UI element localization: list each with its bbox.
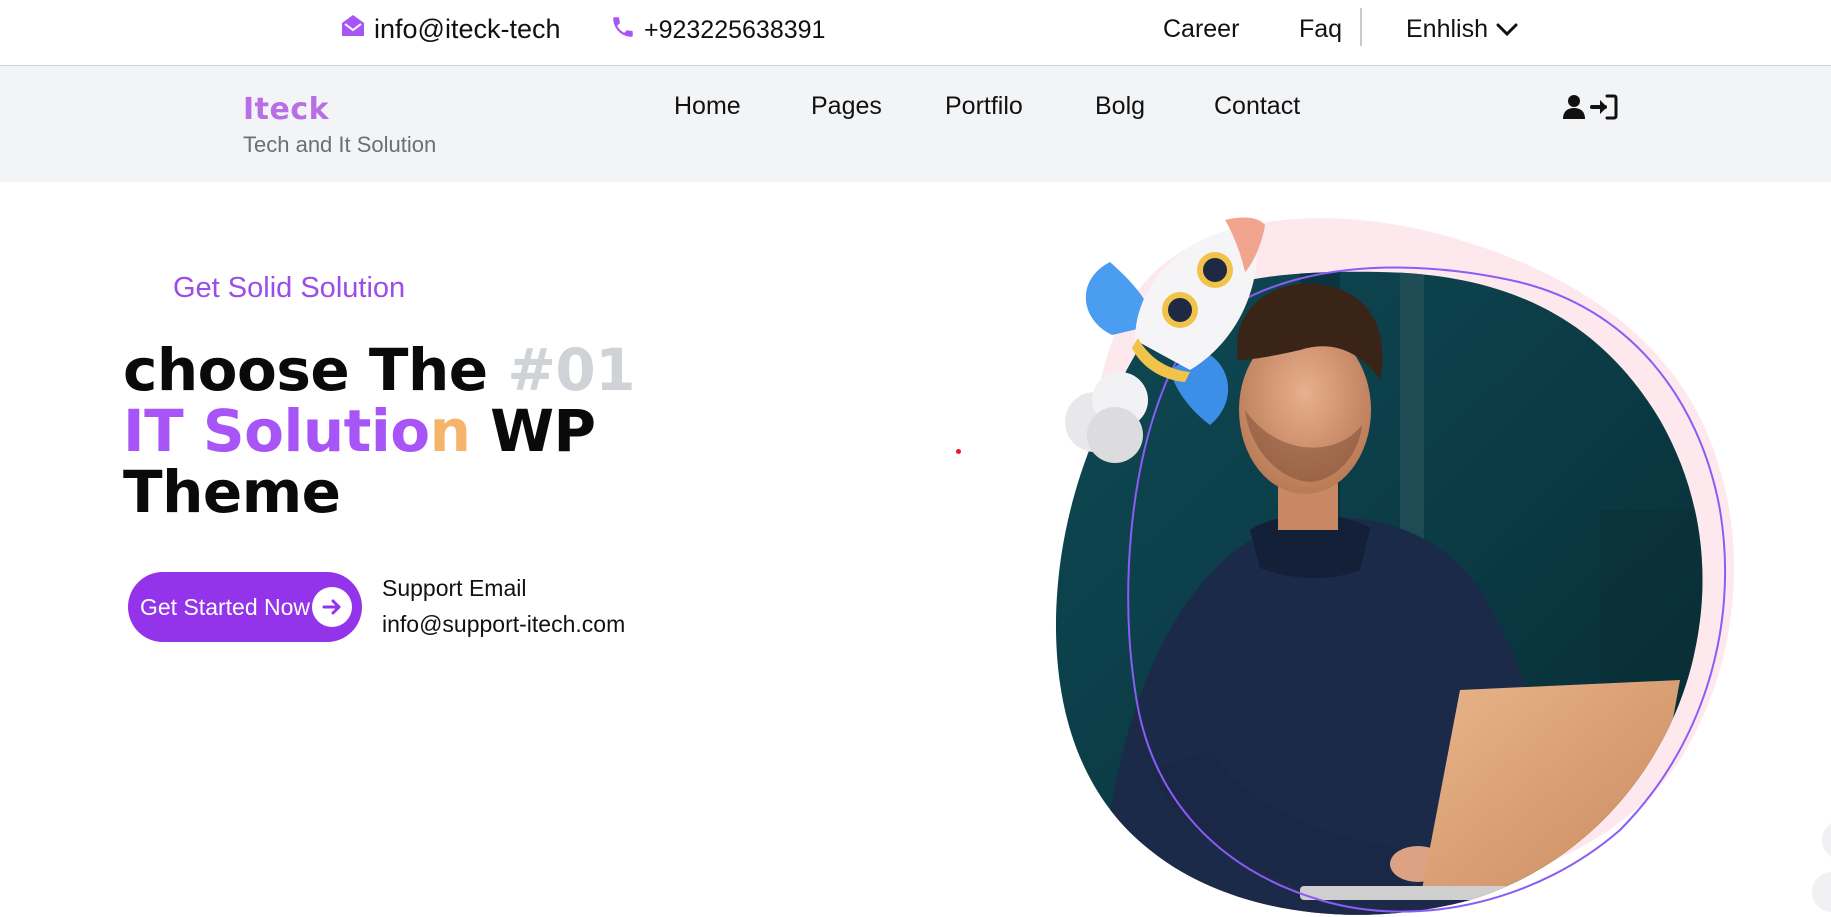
decorative-dot bbox=[956, 449, 961, 454]
hero-headline: choose The #01 IT Solution WP Theme bbox=[123, 340, 763, 523]
support-email-label: Support Email bbox=[382, 575, 527, 601]
nav-portfolio[interactable]: Portfilo bbox=[945, 92, 1023, 121]
nav-blog[interactable]: Bolg bbox=[1095, 92, 1145, 121]
language-selector[interactable]: Enhlish bbox=[1406, 15, 1518, 44]
nav-home[interactable]: Home bbox=[674, 92, 741, 121]
top-phone[interactable]: +923225638391 bbox=[610, 14, 825, 47]
hero-illustration bbox=[1055, 217, 1735, 915]
arrow-right-icon bbox=[312, 587, 352, 627]
top-email[interactable]: info@iteck-tech bbox=[340, 14, 560, 45]
get-started-button[interactable]: Get Started Now bbox=[128, 572, 362, 642]
chevron-down-icon bbox=[1496, 15, 1518, 44]
language-label: Enhlish bbox=[1406, 15, 1488, 43]
get-started-label: Get Started Now bbox=[140, 593, 311, 620]
headline-number: #01 bbox=[507, 336, 636, 404]
top-email-text: info@iteck-tech bbox=[374, 14, 561, 44]
brand-logo[interactable]: Iteck bbox=[243, 92, 329, 127]
headline-accent-letter: n bbox=[429, 397, 471, 465]
envelope-icon bbox=[340, 14, 366, 45]
account-icons bbox=[1562, 94, 1618, 125]
hero-eyebrow: Get Solid Solution bbox=[173, 272, 406, 304]
sign-in-icon[interactable] bbox=[1590, 94, 1618, 125]
headline-it-solution: IT Solutio bbox=[123, 397, 430, 465]
headline-theme: Theme bbox=[123, 458, 341, 526]
top-bar: info@iteck-tech +923225638391 Career Faq… bbox=[0, 0, 1831, 66]
nav-contact[interactable]: Contact bbox=[1214, 92, 1300, 121]
main-navbar: Iteck Tech and It Solution Home Pages Po… bbox=[0, 66, 1831, 182]
support-email-address[interactable]: info@support-itech.com bbox=[382, 611, 625, 638]
faq-link[interactable]: Faq bbox=[1299, 15, 1342, 44]
career-link[interactable]: Career bbox=[1163, 15, 1239, 44]
brand-tagline: Tech and It Solution bbox=[243, 132, 437, 157]
headline-part-1: choose The bbox=[123, 336, 508, 404]
headline-wp: WP bbox=[470, 397, 596, 465]
top-phone-text: +923225638391 bbox=[644, 16, 826, 44]
top-divider bbox=[1360, 8, 1362, 46]
user-icon[interactable] bbox=[1562, 94, 1586, 125]
phone-icon bbox=[610, 14, 636, 47]
nav-pages[interactable]: Pages bbox=[811, 92, 882, 121]
